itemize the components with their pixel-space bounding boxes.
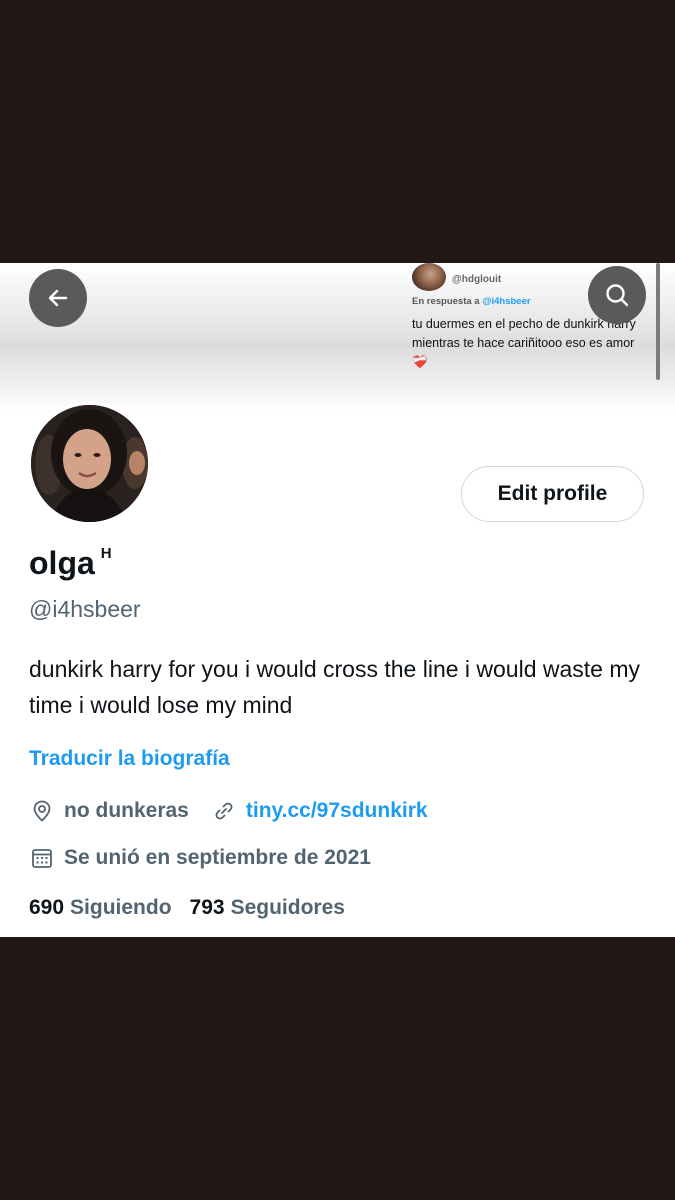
scrollbar[interactable] [656, 263, 660, 380]
search-button[interactable] [588, 266, 646, 324]
followers-count: 793 [189, 896, 225, 919]
profile-stats: 690 Siguiendo 793 Seguidores [29, 896, 345, 920]
tweet-reply-context: En respuesta a @i4hsbeer [412, 296, 531, 307]
tweet-author-avatar [412, 263, 446, 291]
profile-joined-date: Se unió en septiembre de 2021 [64, 846, 371, 869]
tweet-text-body: tu duermes en el pecho de dunkirk harry … [412, 317, 636, 350]
following-label: Siguiendo [70, 896, 172, 919]
reply-mention[interactable]: @i4hsbeer [482, 296, 530, 307]
profile-bio: dunkirk harry for you i would cross the … [29, 656, 641, 718]
tweet-author-handle: @hdglouit [452, 274, 502, 285]
reply-prefix: En respuesta a [412, 296, 480, 307]
profile-avatar[interactable] [27, 401, 152, 526]
location-pin-icon [29, 798, 55, 824]
profile-joined-row: Se unió en septiembre de 2021 [29, 845, 371, 871]
profile-location: no dunkeras [64, 799, 189, 822]
profile-name-superscript: H [100, 545, 112, 563]
link-icon [211, 798, 237, 824]
calendar-icon [29, 845, 55, 871]
avatar-photo [31, 405, 148, 522]
edit-profile-button[interactable]: Edit profile [461, 466, 644, 522]
followers-stat[interactable]: 793 Seguidores [190, 896, 345, 920]
profile-name: olga H [29, 545, 112, 582]
mending-heart-emoji: ❤️‍🩹 [412, 355, 428, 369]
profile-card: @hdglouit En respuesta a @i4hsbeer tu du… [0, 263, 675, 937]
profile-meta-row: no dunkeras tiny.cc/97sdunkirk [29, 798, 428, 824]
search-icon [606, 284, 629, 307]
followers-label: Seguidores [230, 896, 345, 919]
following-stat[interactable]: 690 Siguiendo [29, 896, 172, 920]
profile-website-link[interactable]: tiny.cc/97sdunkirk [246, 799, 428, 823]
profile-handle: @i4hsbeer [29, 596, 141, 622]
profile-name-text: olga [29, 545, 95, 581]
back-button[interactable] [29, 269, 87, 327]
following-count: 690 [29, 896, 65, 919]
arrow-left-icon [48, 289, 68, 307]
translate-bio-link[interactable]: Traducir la biografía [29, 747, 230, 771]
